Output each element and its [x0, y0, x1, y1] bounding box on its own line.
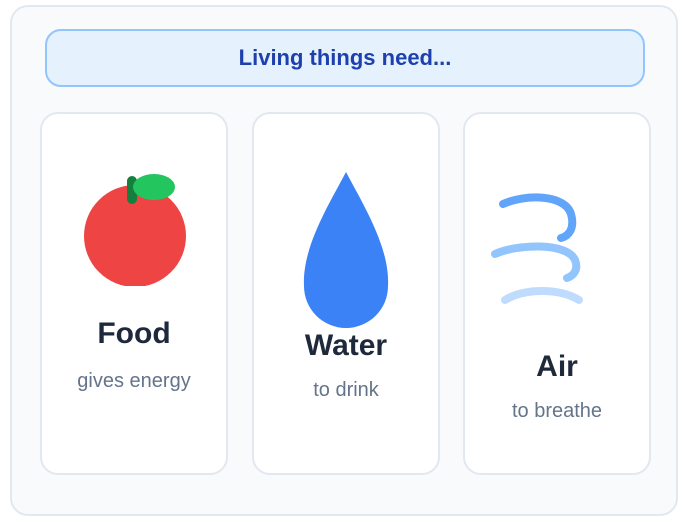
- card-label: Water: [304, 329, 388, 362]
- card-water: Water to drink: [252, 112, 440, 475]
- banner-title: Living things need...: [238, 45, 452, 70]
- water-drop-icon: [303, 172, 389, 328]
- card-label: Air: [536, 350, 578, 383]
- card-air: Air to breathe: [463, 112, 651, 475]
- apple-icon: [84, 174, 186, 286]
- card-label: Food: [97, 317, 171, 350]
- card-food: Food gives energy: [40, 112, 228, 475]
- card-subtitle: gives energy: [77, 370, 191, 392]
- card-subtitle: to drink: [313, 379, 379, 401]
- wind-icon: [491, 193, 583, 304]
- card-subtitle: to breathe: [511, 400, 603, 422]
- title-banner: Living things need...: [45, 29, 645, 87]
